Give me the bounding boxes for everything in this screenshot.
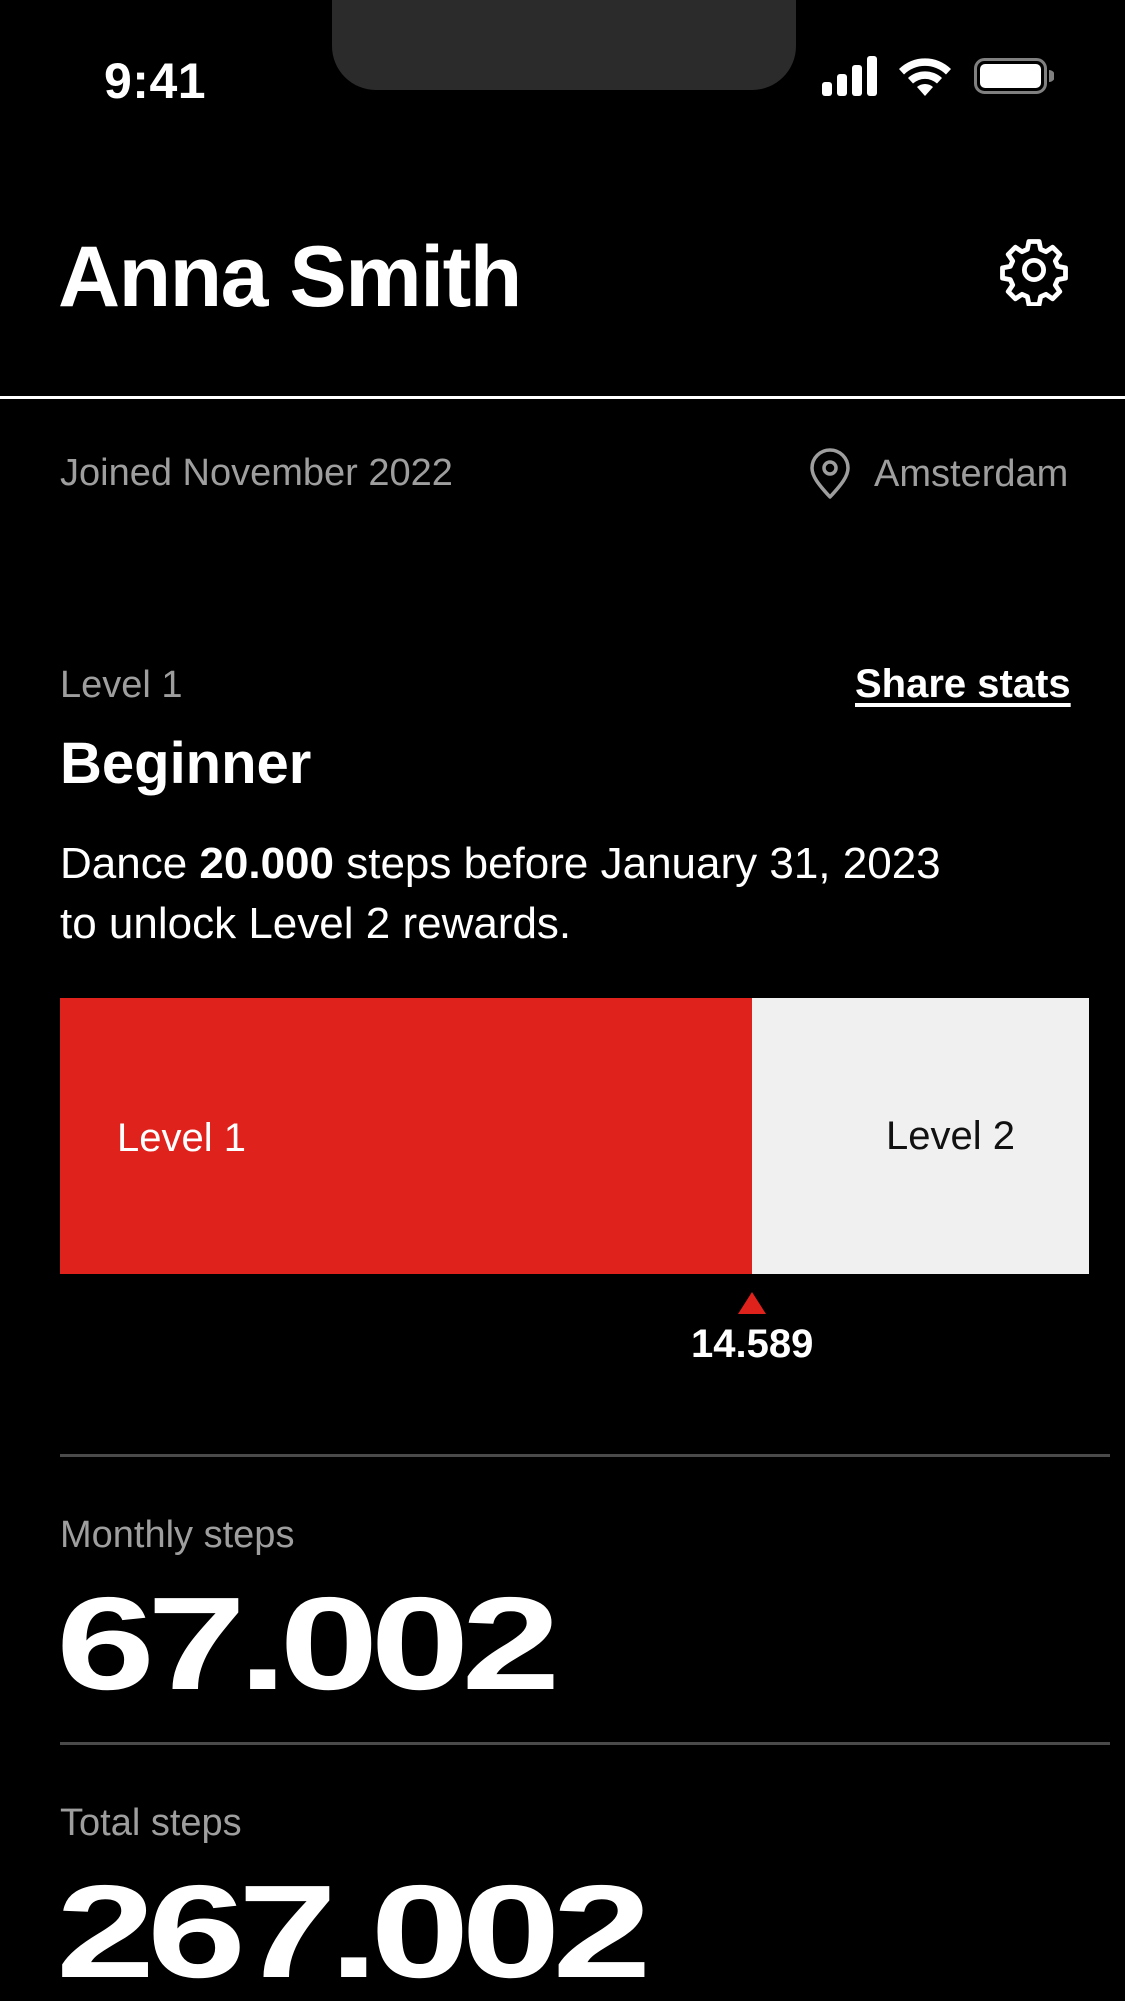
wifi-icon bbox=[899, 58, 951, 96]
device-notch bbox=[332, 0, 796, 90]
cellular-signal-icon bbox=[822, 56, 878, 96]
monthly-steps-value: 67.002 bbox=[56, 1570, 561, 1717]
profile-name: Anna Smith bbox=[58, 229, 522, 325]
level-progress-bar: Level 1 Level 2 bbox=[60, 998, 1089, 1274]
current-steps-value: 14.589 bbox=[691, 1322, 814, 1366]
location-label: Amsterdam bbox=[874, 452, 1069, 495]
section-divider bbox=[60, 1454, 1110, 1457]
level-description: Dance 20.000 steps before January 31, 20… bbox=[60, 834, 960, 954]
description-text-start: Dance bbox=[60, 839, 200, 888]
section-divider bbox=[60, 1742, 1110, 1745]
gear-icon bbox=[1000, 239, 1068, 307]
settings-button[interactable] bbox=[998, 234, 1070, 307]
description-steps-goal: 20.000 bbox=[199, 839, 334, 888]
progress-marker-icon bbox=[738, 1292, 767, 1314]
next-level-label: Level 2 bbox=[886, 1114, 1015, 1158]
total-steps-value: 267.002 bbox=[56, 1858, 652, 2001]
status-time: 9:41 bbox=[104, 53, 207, 109]
header-divider bbox=[0, 396, 1125, 399]
level-label: Level 1 bbox=[60, 664, 183, 706]
battery-icon bbox=[974, 58, 1054, 94]
joined-date: Joined November 2022 bbox=[60, 452, 453, 494]
status-bar: 9:41 bbox=[0, 0, 1125, 140]
level-name: Beginner bbox=[60, 731, 312, 796]
share-stats-link[interactable]: Share stats bbox=[855, 662, 1071, 707]
map-pin-icon bbox=[810, 448, 850, 499]
location: Amsterdam bbox=[808, 448, 1068, 500]
current-level-label: Level 1 bbox=[117, 1116, 246, 1160]
total-steps-label: Total steps bbox=[60, 1802, 242, 1844]
monthly-steps-label: Monthly steps bbox=[60, 1514, 295, 1556]
